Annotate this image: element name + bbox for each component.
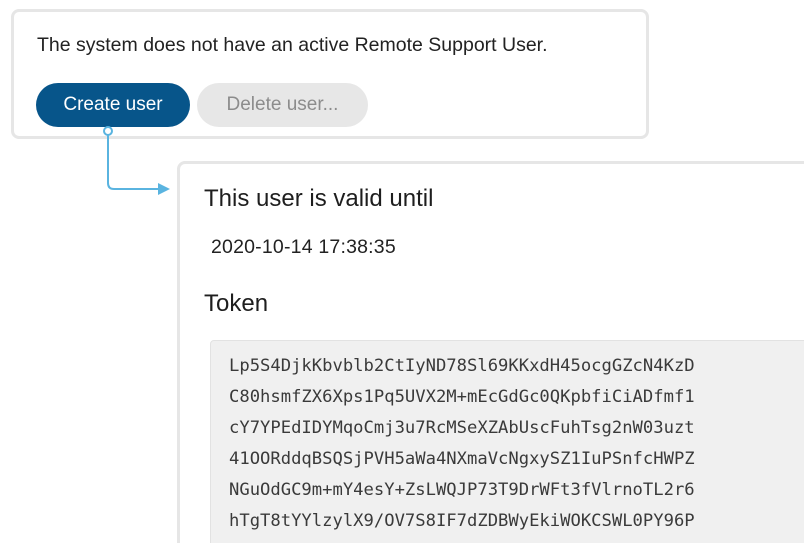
remote-support-status-card: The system does not have an active Remot… (11, 9, 649, 139)
valid-until-heading: This user is valid until (204, 185, 434, 212)
token-box[interactable]: Lp5S4DjkKbvblb2CtIyND78Sl69KKxdH45ocgGZc… (210, 340, 804, 543)
delete-user-button[interactable]: Delete user... (197, 83, 368, 127)
token-line: 41OORddqBSQSjPVH5aWa4NXmaVcNgxySZ1IuPSnf… (229, 449, 695, 469)
token-line: Lp5S4DjkKbvblb2CtIyND78Sl69KKxdH45ocgGZc… (229, 356, 695, 376)
token-line: NGuOdGC9m+mY4esY+ZsLWQJP73T9DrWFt3fVlrno… (229, 480, 695, 500)
token-line: hTgT8tYYlzylX9/OV7S8IF7dZDBWyEkiWOKCSWL0… (229, 511, 695, 531)
user-details-card: This user is valid until 2020-10-14 17:3… (177, 161, 804, 543)
create-user-button[interactable]: Create user (36, 83, 190, 127)
status-message: The system does not have an active Remot… (37, 34, 548, 56)
connector-line (107, 135, 158, 190)
valid-until-value: 2020-10-14 17:38:35 (211, 236, 396, 258)
token-line: C80hsmfZX6Xps1Pq5UVX2M+mEcGdGc0QKpbfiCiA… (229, 387, 695, 407)
token-heading: Token (204, 290, 269, 317)
connector-arrow-icon (158, 183, 170, 195)
page: The system does not have an active Remot… (0, 0, 804, 543)
token-line: cY7YPEdIDYMqoCmj3u7RcMSeXZAbUscFuhTsg2nW… (229, 418, 695, 438)
